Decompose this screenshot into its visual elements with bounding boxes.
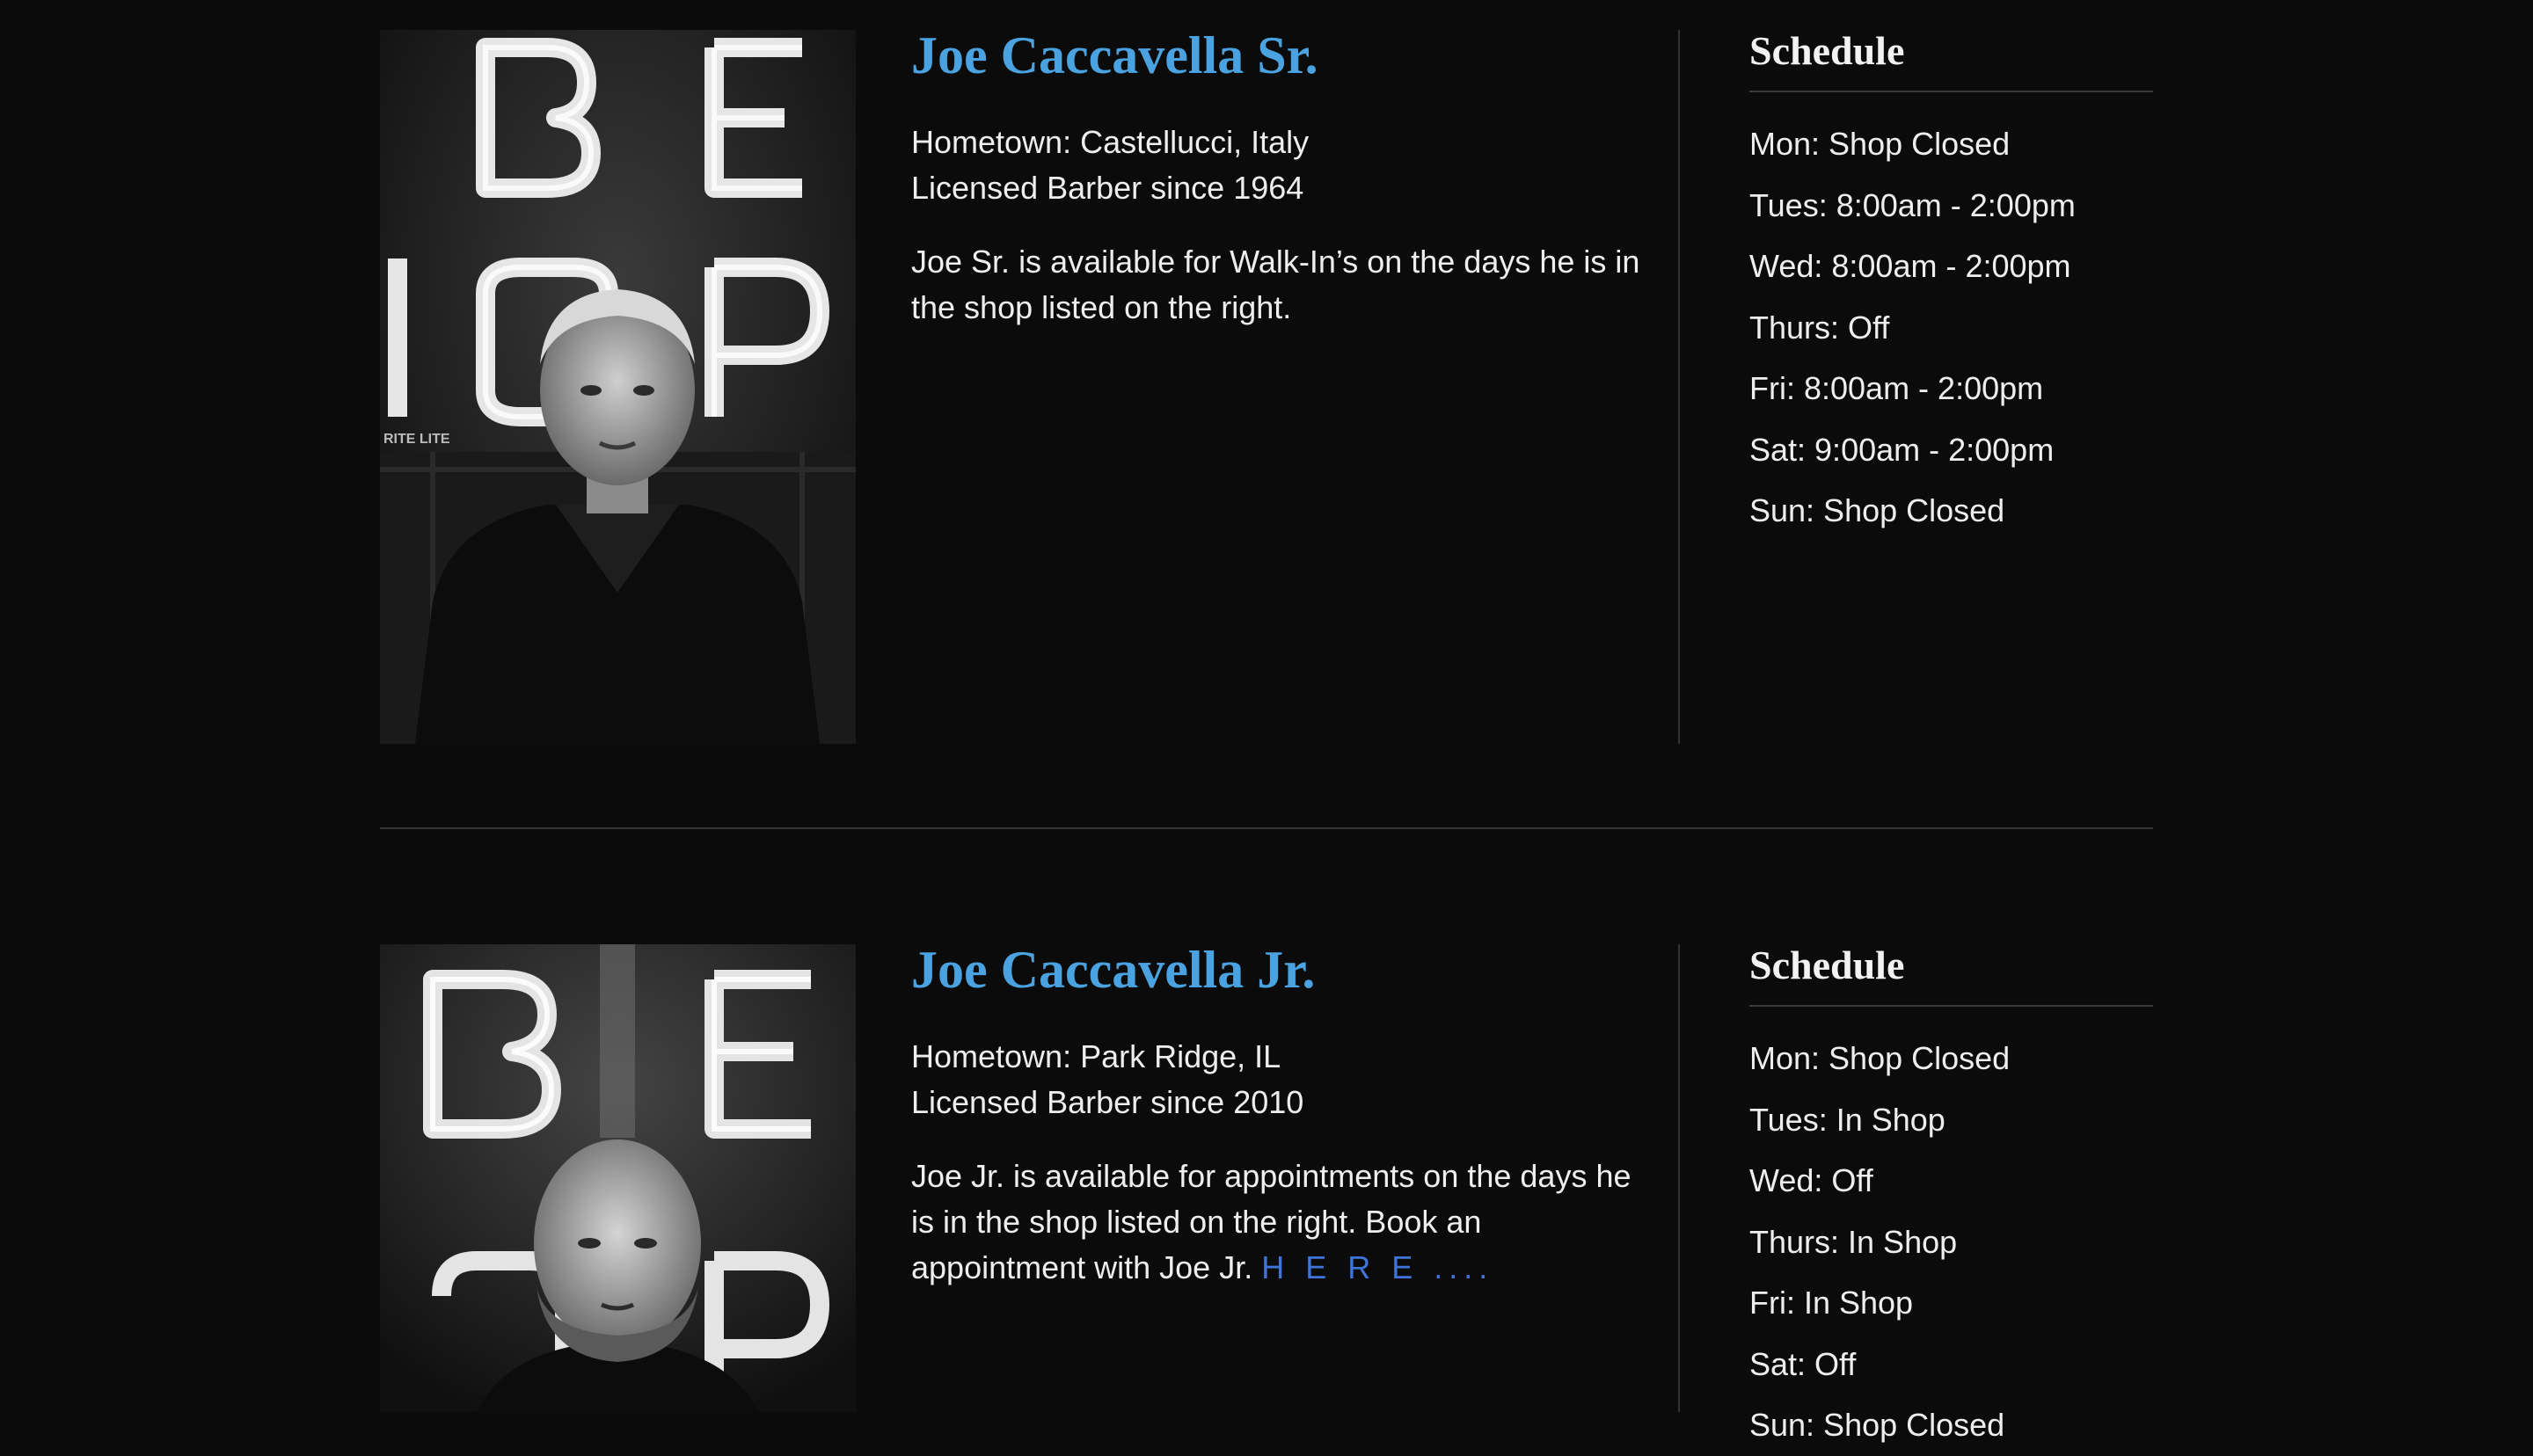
schedule-title: Schedule: [1749, 26, 2153, 93]
schedule-item-sun: Sun: Shop Closed: [1749, 1407, 2005, 1444]
schedule-item-thurs: Thurs: Off: [1749, 309, 1890, 346]
schedule-item-sat: Sat: 9:00am - 2:00pm: [1749, 431, 2055, 468]
barber-info-jr: Joe Caccavella Jr. Hometown: Park Ridge,…: [911, 941, 1641, 1322]
barber-meta: Hometown: Castellucci, Italy Licensed Ba…: [911, 120, 1641, 211]
section-divider: [380, 827, 2153, 829]
barber-bio: Joe Jr. is available for appointments on…: [911, 1154, 1641, 1291]
sign-text: RITE LITE: [383, 432, 450, 447]
schedule-item-mon: Mon: Shop Closed: [1749, 126, 2011, 163]
barber-hometown: Hometown: Park Ridge, IL: [911, 1038, 1281, 1074]
schedule-list: Mon: Shop Closed Tues: 8:00am - 2:00pm W…: [1749, 113, 2153, 542]
schedule-item-thurs: Thurs: In Shop: [1749, 1223, 1958, 1260]
schedule-panel-sr: Schedule Mon: Shop Closed Tues: 8:00am -…: [1749, 26, 2153, 542]
schedule-item-wed: Wed: 8:00am - 2:00pm: [1749, 248, 2071, 285]
schedule-item-fri: Fri: In Shop: [1749, 1285, 1914, 1321]
schedule-list: Mon: Shop Closed Tues: In Shop Wed: Off …: [1749, 1028, 2153, 1456]
column-divider: [1678, 30, 1680, 744]
barber-name: Joe Caccavella Jr.: [911, 941, 1316, 999]
barber-bio: Joe Sr. is available for Walk-In’s on th…: [911, 244, 1640, 325]
schedule-item-tues: Tues: 8:00am - 2:00pm: [1749, 186, 2076, 223]
barber-card-sr: RITE LITE Joe Caccavella Sr. Hometown: C…: [380, 0, 2153, 756]
schedule-title: Schedule: [1749, 941, 2153, 1008]
barber-licensed: Licensed Barber since 1964: [911, 170, 1304, 206]
barber-info-sr: Joe Caccavella Sr. Hometown: Castellucci…: [911, 26, 1641, 362]
barber-photo-jr: [380, 944, 856, 1412]
column-divider: [1678, 944, 1680, 1412]
schedule-item-tues: Tues: In Shop: [1749, 1101, 1945, 1138]
barber-portrait-jr-image: [380, 944, 856, 1412]
schedule-item-sun: Sun: Shop Closed: [1749, 492, 2005, 529]
schedule-item-fri: Fri: 8:00am - 2:00pm: [1749, 370, 2044, 407]
barber-hometown: Hometown: Castellucci, Italy: [911, 124, 1310, 160]
schedule-panel-jr: Schedule Mon: Shop Closed Tues: In Shop …: [1749, 941, 2153, 1456]
barber-meta: Hometown: Park Ridge, IL Licensed Barber…: [911, 1034, 1641, 1125]
book-appointment-link[interactable]: H E R E ....: [1261, 1249, 1493, 1285]
barber-card-jr: Joe Caccavella Jr. Hometown: Park Ridge,…: [380, 879, 2153, 1443]
schedule-item-sat: Sat: Off: [1749, 1345, 1857, 1382]
barber-portrait-sr-image: RITE LITE: [380, 30, 856, 744]
schedule-item-mon: Mon: Shop Closed: [1749, 1040, 2011, 1077]
barber-name: Joe Caccavella Sr.: [911, 26, 1318, 84]
schedule-item-wed: Wed: Off: [1749, 1162, 1873, 1199]
barber-licensed: Licensed Barber since 2010: [911, 1084, 1304, 1120]
barber-photo-sr: RITE LITE: [380, 30, 856, 744]
